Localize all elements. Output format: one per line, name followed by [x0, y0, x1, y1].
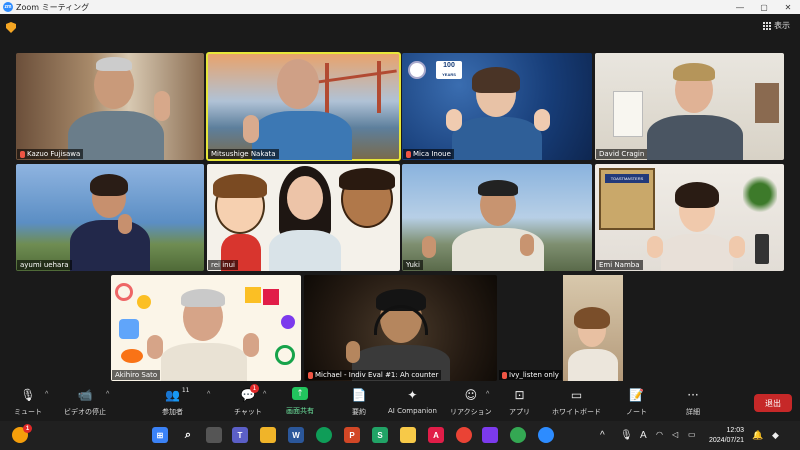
notes-icon: 📝 — [629, 388, 644, 402]
mute-button[interactable]: 🎙 ミュート — [14, 387, 42, 417]
tray-mic-icon[interactable]: 🎙 — [620, 430, 633, 441]
video-tile-rei[interactable]: rei inui — [207, 164, 400, 271]
volume-icon[interactable]: ◁ — [672, 430, 678, 439]
window-title: Zoom ミーティング — [16, 2, 90, 12]
video-tile-emi[interactable]: TOASTMASTERS Emi Namba — [595, 164, 784, 271]
participant-name: ayumi uehara — [17, 260, 72, 270]
participants-options-chevron-icon[interactable]: ^ — [207, 391, 210, 398]
participant-name: rei inui — [208, 260, 238, 270]
chat-options-chevron-icon[interactable]: ^ — [263, 391, 266, 398]
folder-icon[interactable] — [400, 427, 416, 443]
video-tile-ayumi[interactable]: ayumi uehara — [16, 164, 204, 271]
notes-button[interactable]: 📝 ノート — [626, 387, 647, 417]
stop-video-button[interactable]: 📹 ビデオの停止 — [64, 387, 106, 417]
chat-button[interactable]: 💬 1 チャット — [234, 384, 262, 417]
participant-name: Akihiro Sato — [112, 370, 161, 380]
tray-chevron-icon[interactable]: ^ — [600, 430, 605, 441]
chat-icon: 💬 1 — [239, 384, 259, 403]
video-options-chevron-icon[interactable]: ^ — [106, 391, 109, 398]
copilot-tray-icon[interactable]: ◆ — [772, 430, 779, 441]
share-screen-button[interactable]: ↑ 画面共有 — [286, 387, 314, 416]
share-screen-icon: ↑ — [292, 387, 308, 400]
windows-taskbar: 1 ⊞ ⌕ T W P S A ^ 🎙 A ◠ ◁ ▭ 12:03 2024/0… — [0, 421, 800, 450]
participants-icon: 👥 11 — [165, 387, 190, 402]
summary-icon: 📄 — [351, 388, 367, 402]
maximize-button[interactable]: ▢ — [752, 0, 776, 14]
zoom-app-icon: zm — [3, 2, 13, 12]
video-tile-david[interactable]: David Cragin — [595, 53, 784, 160]
notification-bell-icon[interactable]: 🔔 — [752, 430, 763, 441]
video-tile-kazuo[interactable]: Kazuo Fujisawa — [16, 53, 204, 160]
view-button[interactable]: 表示 — [763, 20, 790, 31]
video-tile-michael[interactable]: Michael - Indiv Eval #1: Ah counter — [304, 275, 497, 381]
toastmasters-banner: TOASTMASTERS — [605, 174, 649, 183]
grid-view-icon — [763, 21, 771, 30]
participant-name: Yuki — [403, 260, 423, 270]
toastmasters-logo-icon — [408, 61, 426, 79]
participant-name: Ivy_listen only — [499, 370, 562, 380]
participant-name: Kazuo Fujisawa — [17, 149, 84, 159]
meeting-top-bar: 表示 — [0, 14, 800, 50]
participant-name: Mitsushige Nakata — [208, 149, 279, 159]
participants-button[interactable]: 👥 11 参加者 — [162, 387, 190, 417]
wifi-icon[interactable]: ◠ — [656, 430, 663, 439]
browser-icon[interactable] — [316, 427, 332, 443]
ai-sparkle-icon: ✦ — [407, 388, 418, 402]
battery-icon[interactable]: ▭ — [688, 430, 696, 439]
reaction-smiley-icon: ☺ — [464, 388, 478, 402]
close-button[interactable]: ✕ — [776, 0, 800, 14]
search-icon[interactable]: ⌕ — [180, 427, 196, 443]
word-icon[interactable]: W — [288, 427, 304, 443]
100-years-badge: 100 YEARS — [436, 61, 462, 79]
zoom-taskbar-icon[interactable] — [538, 427, 554, 443]
muted-mic-icon — [20, 150, 25, 158]
teams-icon[interactable]: T — [232, 427, 248, 443]
chrome-profile-icon[interactable] — [510, 427, 526, 443]
meeting-toolbar: 🎙 ミュート ^ 📹 ビデオの停止 ^ 👥 11 参加者 ^ 💬 1 チャット ^ … — [0, 383, 800, 421]
chat-unread-badge: 1 — [249, 384, 259, 393]
participant-name: Michael - Indiv Eval #1: Ah counter — [305, 370, 442, 380]
security-shield-icon[interactable] — [6, 22, 16, 33]
video-tile-ivy[interactable]: Ivy_listen only — [498, 275, 688, 381]
audio-options-chevron-icon[interactable]: ^ — [45, 391, 48, 398]
video-tile-yuki[interactable]: Yuki — [402, 164, 592, 271]
muted-mic-icon — [502, 371, 507, 379]
powerpoint-icon[interactable]: P — [344, 427, 360, 443]
view-button-label: 表示 — [774, 21, 790, 30]
apps-icon: ⊡ — [514, 388, 525, 402]
whiteboard-button[interactable]: ▭ ホワイトボード — [552, 387, 601, 417]
weather-widget-icon[interactable]: 1 — [12, 424, 32, 443]
more-dots-icon: ··· — [687, 388, 699, 402]
ai-companion-button[interactable]: ✦ AI Companion — [388, 387, 437, 415]
windows-start-icon[interactable]: ⊞ — [152, 427, 168, 443]
ime-indicator[interactable]: A — [640, 430, 647, 441]
summary-button[interactable]: 📄 要約 — [350, 387, 368, 417]
spreadsheet-icon[interactable]: S — [372, 427, 388, 443]
task-view-icon[interactable] — [206, 427, 222, 443]
muted-mic-icon — [308, 371, 313, 379]
participant-name: Emi Namba — [596, 260, 643, 270]
video-camera-icon: 📹 — [77, 388, 93, 402]
more-button[interactable]: ··· 詳細 — [684, 387, 702, 417]
video-tile-mitsushige[interactable]: Mitsushige Nakata — [206, 52, 401, 161]
window-titlebar: zm Zoom ミーティング — ▢ ✕ — [0, 0, 800, 14]
video-tile-mica[interactable]: 100 YEARS Mica Inoue — [402, 53, 592, 160]
copilot-icon[interactable] — [482, 427, 498, 443]
muted-mic-icon — [406, 150, 411, 158]
chrome-icon[interactable] — [456, 427, 472, 443]
reactions-options-chevron-icon[interactable]: ^ — [486, 391, 489, 398]
microphone-icon: 🎙 — [20, 388, 36, 402]
whiteboard-icon: ▭ — [570, 388, 583, 402]
video-tile-akihiro[interactable]: Akihiro Sato — [111, 275, 301, 381]
file-explorer-icon[interactable] — [260, 427, 276, 443]
apps-button[interactable]: ⊡ アプリ — [509, 387, 530, 417]
participant-name: David Cragin — [596, 149, 648, 159]
adobe-icon[interactable]: A — [428, 427, 444, 443]
leave-button[interactable]: 退出 — [754, 394, 792, 412]
participant-name: Mica Inoue — [403, 149, 454, 159]
minimize-button[interactable]: — — [728, 0, 752, 14]
clock[interactable]: 12:03 2024/07/21 — [709, 426, 744, 446]
